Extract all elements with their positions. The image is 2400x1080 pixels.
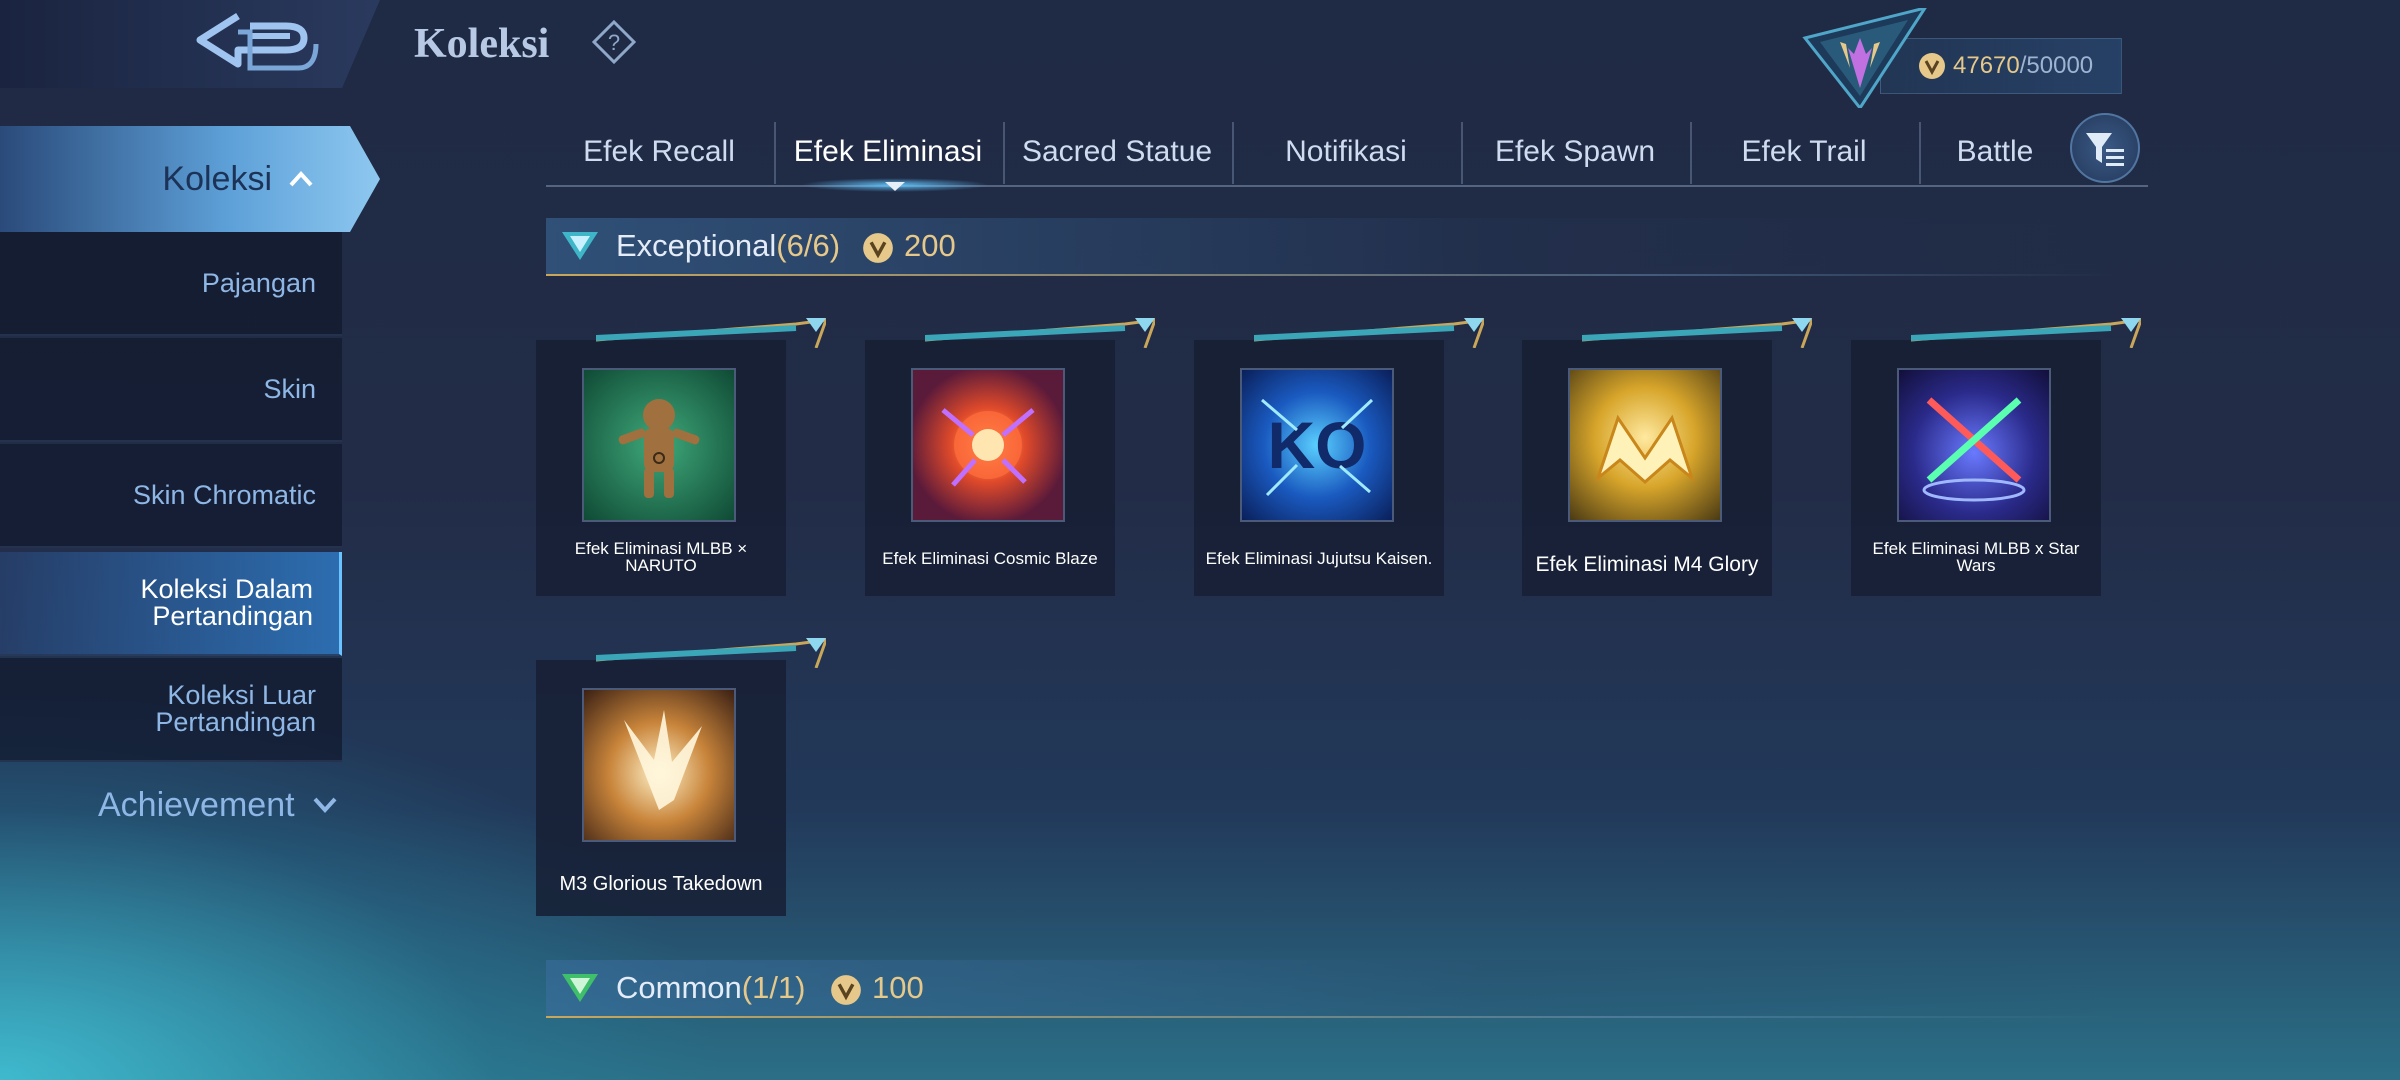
collection-coin-icon — [830, 974, 862, 1011]
item-label: Efek Eliminasi Jujutsu Kaisen. — [1205, 549, 1433, 568]
section-common-header: Common(1/1) 100 — [546, 960, 2116, 1018]
points-max: /50000 — [2019, 52, 2094, 79]
tab-label: Battle — [1956, 135, 2034, 168]
card-ribbon — [925, 318, 1155, 348]
item-card[interactable]: Efek Eliminasi MLBB x Star Wars — [1851, 318, 2141, 596]
tab-label: Sacred Statue — [1021, 135, 1213, 168]
collection-coin-icon — [1918, 52, 1946, 85]
cosmic-blaze-icon — [911, 368, 1065, 522]
sidebar-item-label-line2: Pertandingan — [155, 707, 316, 737]
section-exceptional-points: 200 — [904, 228, 956, 263]
m3-takedown-icon — [582, 688, 736, 842]
card-ribbon — [1582, 318, 1812, 348]
item-card[interactable]: KO Efek Eliminasi Jujutsu Kaisen. — [1194, 318, 1484, 596]
section-exceptional-header: Exceptional(6/6) 200 — [546, 218, 2116, 276]
help-button[interactable]: ? — [591, 19, 637, 65]
page-title: Koleksi — [414, 21, 550, 67]
sidebar-item-label: Skin Chromatic — [132, 479, 316, 510]
item-label: Efek Eliminasi M4 Glory — [1535, 553, 1759, 576]
sidebar-item-label: Pajangan — [201, 267, 316, 298]
section-divider — [546, 274, 2116, 276]
sidebar-item-label: Skin — [263, 373, 316, 404]
tab-battle[interactable]: Battle — [1920, 118, 2070, 186]
sidebar-item-label-line1: Koleksi Luar — [167, 680, 316, 710]
tab-label: Efek Spawn — [1494, 135, 1656, 168]
tab-notifikasi[interactable]: Notifikasi — [1233, 118, 1459, 186]
exceptional-tier-icon — [562, 232, 598, 260]
svg-text:?: ? — [608, 30, 620, 55]
section-exceptional-title: Exceptional(6/6) — [616, 228, 841, 263]
chevron-up-icon — [289, 171, 313, 187]
sidebar-achievement[interactable]: Achievement — [0, 786, 340, 846]
section-count: (6/6) — [776, 228, 841, 263]
section-common-title: Common(1/1) — [616, 970, 806, 1005]
naruto-doll-icon — [582, 368, 736, 522]
tab-label: Efek Eliminasi — [793, 135, 983, 168]
sidebar-koleksi[interactable]: Koleksi — [0, 126, 380, 232]
section-common-points: 100 — [872, 970, 924, 1005]
card-ribbon — [1254, 318, 1484, 348]
tab-underline — [546, 185, 2148, 187]
back-button[interactable] — [190, 10, 320, 76]
points-current: 47670 — [1953, 52, 2020, 79]
rank-emblem-icon — [1802, 5, 1929, 111]
back-arrow-icon — [196, 13, 319, 71]
sidebar-item-koleksi-luar-pertandingan[interactable]: Koleksi Luar Pertandingan — [0, 658, 342, 762]
section-divider — [546, 1016, 2116, 1018]
item-card[interactable]: M3 Glorious Takedown — [536, 638, 826, 916]
item-card[interactable]: Efek Eliminasi M4 Glory — [1522, 318, 1812, 596]
card-ribbon — [596, 318, 826, 348]
collection-coin-icon — [862, 232, 894, 269]
tab-efek-eliminasi[interactable]: Efek Eliminasi — [775, 118, 1001, 186]
question-icon: ? — [591, 19, 637, 65]
sidebar-item-label-line2: Pertandingan — [152, 601, 313, 631]
item-card[interactable]: Efek Eliminasi MLBB × NARUTO — [536, 318, 826, 596]
tab-efek-recall[interactable]: Efek Recall — [546, 118, 772, 186]
filter-button[interactable] — [2070, 113, 2140, 183]
item-label: Efek Eliminasi MLBB x Star Wars — [1872, 539, 2080, 575]
item-card[interactable]: Efek Eliminasi Cosmic Blaze — [865, 318, 1155, 596]
sidebar-item-skin-chromatic[interactable]: Skin Chromatic — [0, 444, 342, 548]
item-label: M3 Glorious Takedown — [559, 873, 763, 895]
m4-glory-icon — [1568, 368, 1722, 522]
card-ribbon — [596, 638, 826, 668]
star-wars-sabers-icon — [1897, 368, 2051, 522]
tab-efek-spawn[interactable]: Efek Spawn — [1462, 118, 1688, 186]
sidebar-item-pajangan[interactable]: Pajangan — [0, 232, 342, 336]
sidebar-koleksi-label: Koleksi — [162, 159, 272, 198]
tab-sacred-statue[interactable]: Sacred Statue — [1004, 118, 1230, 186]
section-count: (1/1) — [741, 970, 806, 1005]
tab-label: Efek Trail — [1741, 135, 1867, 168]
achievement-label: Achievement — [98, 786, 295, 824]
active-tab-indicator — [800, 178, 990, 192]
item-label: Efek Eliminasi MLBB × NARUTO — [574, 539, 748, 575]
tab-efek-trail[interactable]: Efek Trail — [1691, 118, 1917, 186]
item-label: Efek Eliminasi Cosmic Blaze — [882, 549, 1098, 568]
tab-label: Efek Recall — [583, 135, 735, 168]
filter-icon — [2086, 133, 2124, 166]
jujutsu-ko-icon: KO — [1240, 368, 1394, 522]
common-tier-icon — [562, 974, 598, 1002]
collector-rank-badge[interactable] — [1800, 5, 1930, 111]
tab-label: Notifikasi — [1285, 135, 1407, 168]
sidebar-item-label-line1: Koleksi Dalam — [140, 574, 313, 604]
card-ribbon — [1911, 318, 2141, 348]
sidebar-item-skin[interactable]: Skin — [0, 338, 342, 442]
collection-points: 47670/50000 — [1953, 52, 2093, 80]
category-tabs: Efek Recall Efek Eliminasi Sacred Statue… — [546, 118, 2146, 188]
sidebar-item-koleksi-dalam-pertandingan[interactable]: Koleksi Dalam Pertandingan — [0, 552, 342, 656]
chevron-down-icon — [313, 797, 337, 813]
